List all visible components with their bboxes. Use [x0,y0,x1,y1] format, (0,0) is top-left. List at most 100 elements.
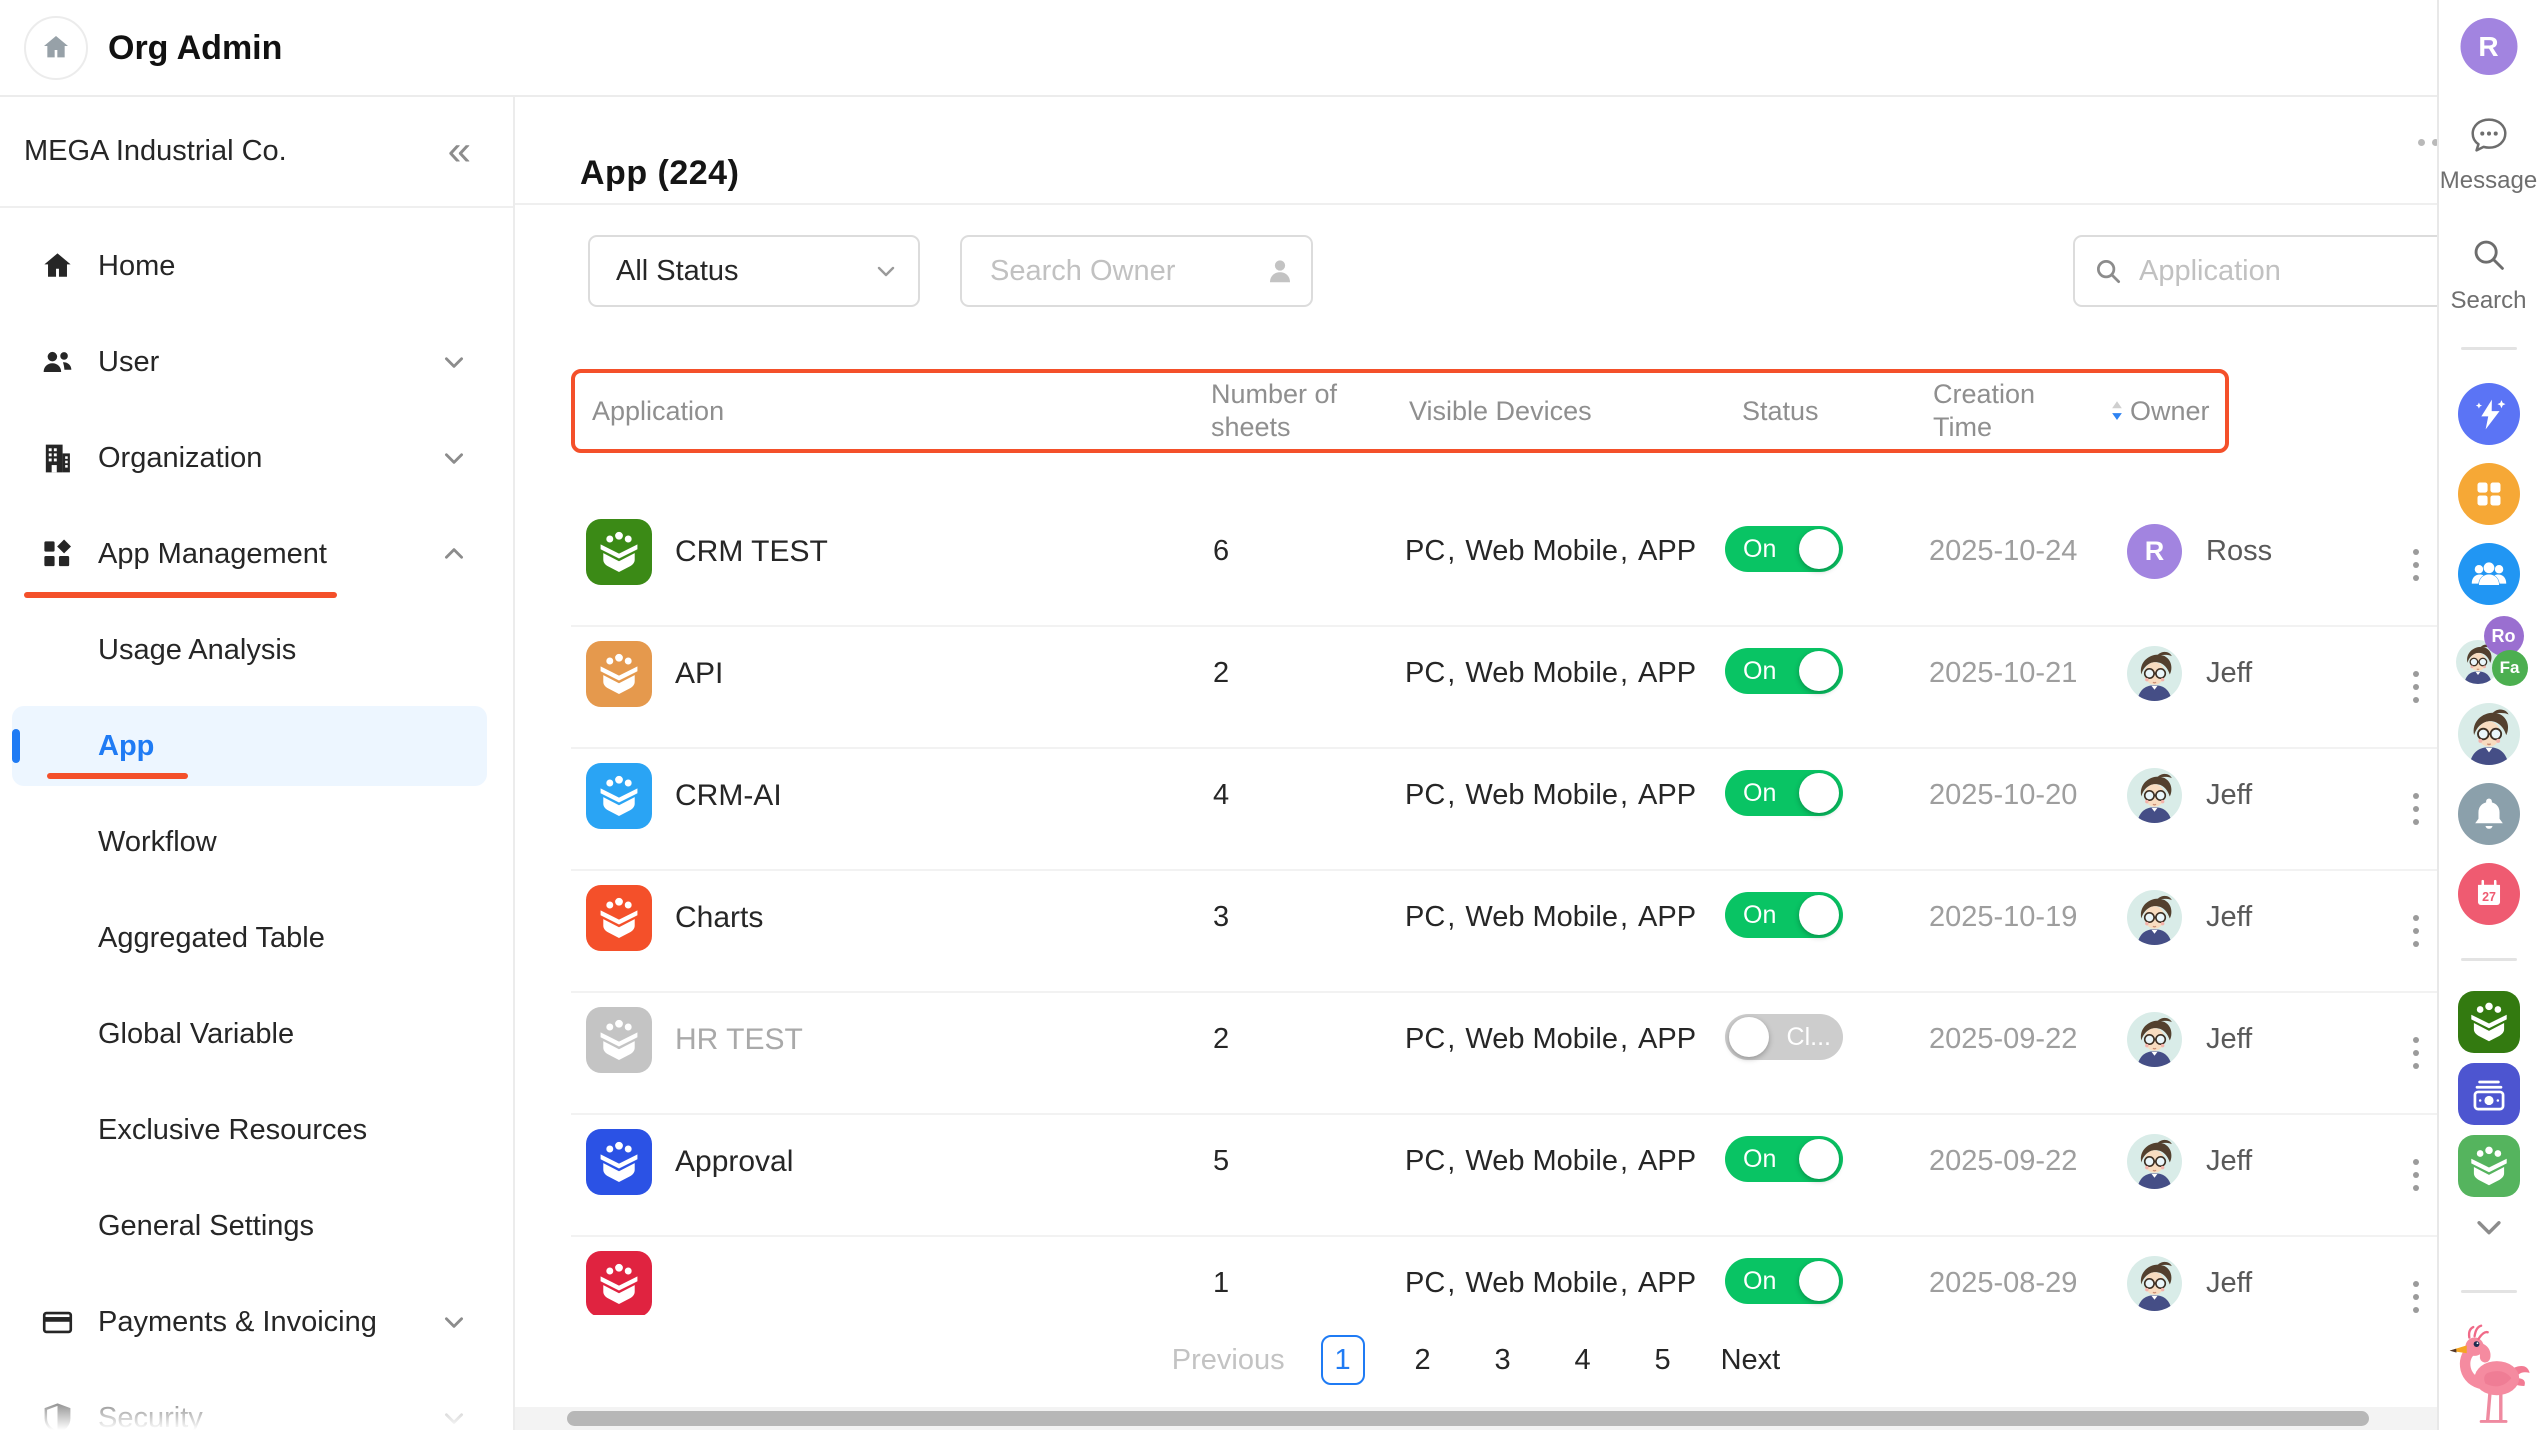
pagination-page-3[interactable]: 3 [1481,1335,1525,1385]
column-header-visible-devices: Visible Devices [1409,395,1729,428]
column-header-number-of-sheets: Number of sheets [1211,378,1361,444]
row-actions-menu[interactable] [2409,789,2423,829]
row-actions-menu[interactable] [2409,545,2423,585]
sidebar-item-label: Payments & Invoicing [98,1306,377,1339]
sheets-count: 1 [1207,1267,1405,1300]
visible-devices: PC,Web Mobile,APP [1405,535,1725,568]
row-actions-menu[interactable] [2409,667,2423,707]
user-avatar[interactable]: R [2460,18,2517,75]
sidebar-item-usage-analysis[interactable]: Usage Analysis [0,602,513,698]
sidebar-item-label: Global Variable [98,1018,294,1051]
calendar-icon[interactable]: 27 [2458,863,2520,925]
app-icon [586,1251,652,1316]
notifications-icon[interactable] [2458,783,2520,845]
status-filter-select[interactable]: All Status [588,235,920,307]
pagination-next[interactable]: Next [1721,1344,1781,1377]
row-actions-menu[interactable] [2409,1033,2423,1073]
table-row[interactable]: Approval 5 PC,Web Mobile,APP On 2025-09-… [571,1115,2437,1237]
search-button[interactable]: Search [2439,232,2538,315]
sidebar-item-app-management[interactable]: App Management [0,506,513,602]
status-toggle[interactable]: On [1725,1258,1843,1304]
apps-grid-icon[interactable] [2458,463,2520,525]
pagination-previous[interactable]: Previous [1172,1344,1285,1377]
app-icon [586,1007,652,1073]
status-toggle[interactable]: On [1725,770,1843,816]
app-icon [586,641,652,707]
app-shortcut-icon[interactable] [2458,1135,2520,1197]
sidebar-item-workflow[interactable]: Workflow [0,794,513,890]
horizontal-scrollbar-thumb[interactable] [567,1411,2369,1426]
apps-icon [40,537,75,572]
creation-date: 2025-08-29 [1916,1267,2104,1300]
annotation-underline [47,773,188,779]
more-menu-button[interactable] [2418,139,2437,146]
app-shortcut-icon[interactable] [2458,991,2520,1053]
pagination-page-5[interactable]: 5 [1641,1335,1685,1385]
horizontal-scrollbar-track[interactable] [515,1407,2437,1430]
magic-assistant-icon[interactable] [2458,383,2520,445]
visible-devices: PC,Web Mobile,APP [1405,779,1725,812]
status-toggle[interactable]: On [1725,526,1843,572]
owner-search-input[interactable] [988,254,1255,289]
table-row[interactable]: CRM-AI 4 PC,Web Mobile,APP On 2025-10-20… [571,749,2437,871]
owner-name: Jeff [2206,1023,2252,1056]
sidebar-item-global-variable[interactable]: Global Variable [0,986,513,1082]
payments-app-icon[interactable] [2458,1063,2520,1125]
chevron-down-icon [441,349,467,375]
row-actions-menu[interactable] [2409,1155,2423,1195]
pagination-page-4[interactable]: 4 [1561,1335,1605,1385]
column-header-owner[interactable]: Owner [2108,395,2225,428]
search-icon [2093,256,2123,286]
table-row[interactable]: CRM TEST 6 PC,Web Mobile,APP On 2025-10-… [571,505,2437,627]
app-name: Approval [675,1145,793,1179]
app-table-body: CRM TEST 6 PC,Web Mobile,APP On 2025-10-… [571,505,2437,1315]
table-row[interactable]: HR TEST 2 PC,Web Mobile,APP Cl... 2025-0… [571,993,2437,1115]
creation-date: 2025-09-22 [1916,1023,2104,1056]
chevron-down-icon [441,445,467,471]
sidebar-item-security[interactable]: Security [0,1370,513,1430]
table-row[interactable]: API 2 PC,Web Mobile,APP On 2025-10-21 Je… [571,627,2437,749]
sidebar-item-payments-invoicing[interactable]: Payments & Invoicing [0,1274,513,1370]
sidebar-item-label: Aggregated Table [98,922,325,955]
sidebar-item-exclusive-resources[interactable]: Exclusive Resources [0,1082,513,1178]
expand-more-icon[interactable] [2472,1210,2506,1244]
app-name: CRM-AI [675,779,782,813]
status-toggle[interactable]: On [1725,648,1843,694]
application-search-input[interactable] [2137,254,2437,289]
owner-name: Jeff [2206,779,2252,812]
owner-avatar [2127,768,2182,823]
sidebar-item-label: General Settings [98,1210,314,1243]
jeff-avatar[interactable] [2458,703,2520,765]
sidebar-item-home[interactable]: Home [0,218,513,314]
owner-avatar [2127,1256,2182,1311]
recent-contacts-cluster[interactable]: Ro Fa [2456,620,2522,686]
chevron-up-icon [441,541,467,567]
company-name: MEGA Industrial Co. [24,135,287,168]
column-header-creation-time: Creation Time [1920,378,2060,444]
row-actions-menu[interactable] [2409,911,2423,951]
collapse-sidebar-button[interactable]: « [448,129,471,171]
sort-icon[interactable] [2108,396,2126,426]
home-button[interactable] [24,16,88,80]
row-actions-menu[interactable] [2409,1277,2423,1315]
sidebar-item-user[interactable]: User [0,314,513,410]
owner-name: Jeff [2206,1145,2252,1178]
table-row[interactable]: 1 PC,Web Mobile,APP On 2025-08-29 Jeff [571,1237,2437,1315]
sidebar-item-organization[interactable]: Organization [0,410,513,506]
pagination-page-2[interactable]: 2 [1401,1335,1445,1385]
sidebar-item-aggregated-table[interactable]: Aggregated Table [0,890,513,986]
pagination-page-1[interactable]: 1 [1321,1335,1365,1385]
contacts-icon[interactable] [2458,543,2520,605]
message-button[interactable]: Message [2439,112,2538,195]
sidebar-item-general-settings[interactable]: General Settings [0,1178,513,1274]
status-toggle[interactable]: On [1725,1136,1843,1182]
sidebar-item-app[interactable]: App [12,706,487,786]
app-name: API [675,657,723,691]
status-toggle[interactable]: Cl... [1725,1014,1843,1060]
creation-date: 2025-09-22 [1916,1145,2104,1178]
sheets-count: 6 [1207,535,1405,568]
status-toggle[interactable]: On [1725,892,1843,938]
table-row[interactable]: Charts 3 PC,Web Mobile,APP On 2025-10-19… [571,871,2437,993]
flamingo-mascot[interactable] [2441,1310,2537,1428]
chevron-down-icon [441,1405,467,1430]
